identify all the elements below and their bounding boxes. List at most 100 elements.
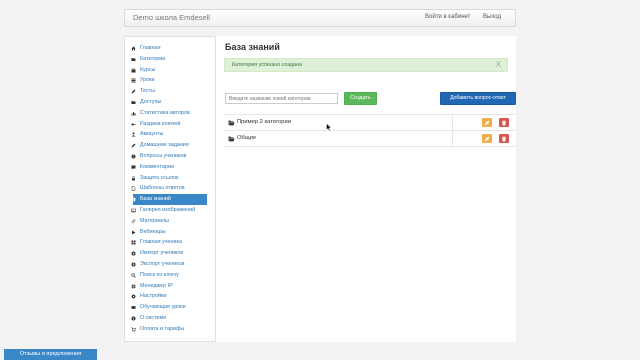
delete-category-button[interactable] <box>499 134 509 143</box>
sidebar-item-image-gallery[interactable]: Галерея изображений <box>125 205 215 216</box>
sidebar-item-lessons[interactable]: Уроки <box>125 75 215 86</box>
question-icon: ? <box>131 154 136 159</box>
sidebar-item-label: Раздача ключей <box>140 120 181 127</box>
alert-message: Категория успешно создана <box>232 62 302 68</box>
sidebar-item-settings[interactable]: Настройки <box>125 291 215 302</box>
sidebar-item-label: Уроки <box>140 77 155 84</box>
folder-icon <box>131 100 136 104</box>
sidebar-item-home[interactable]: Главная <box>125 43 215 54</box>
trash-icon <box>501 119 507 126</box>
create-category-button[interactable]: Создать <box>344 92 377 105</box>
edit-category-button[interactable] <box>482 118 492 127</box>
sidebar-item-label: Оплата и тарифы <box>140 325 185 332</box>
sidebar-item-categories[interactable]: Категории <box>125 54 215 65</box>
sidebar-item-label: Вебинары <box>140 228 166 235</box>
sidebar-item-label: Обучающие уроки <box>140 304 186 311</box>
upload-icon <box>131 262 136 267</box>
globe-icon <box>131 283 136 289</box>
sidebar-item-materials[interactable]: Материалы <box>125 216 215 227</box>
sidebar-item-key-search[interactable]: Поиск по ключу <box>125 270 215 281</box>
sidebar-item-student-home[interactable]: Главная ученика <box>125 237 215 248</box>
login-link[interactable]: Войти в кабинет <box>425 14 470 20</box>
sidebar-item-courses[interactable]: Курсы <box>125 65 215 76</box>
new-category-input[interactable] <box>225 93 338 104</box>
sidebar-item-label: Аккаунты <box>140 131 164 138</box>
play-icon <box>132 230 136 235</box>
home-icon <box>131 46 136 51</box>
paperclip-icon <box>131 219 136 224</box>
sidebar-item-label: Курсы <box>140 66 156 73</box>
sidebar-item-label: Домашние задания <box>140 142 189 149</box>
folder-open-icon <box>228 120 235 126</box>
svg-text:?: ? <box>133 155 135 159</box>
folder-open-icon <box>228 136 235 142</box>
stats-icon <box>131 111 136 116</box>
mouse-cursor-icon <box>326 123 332 131</box>
sidebar-item-access[interactable]: Доступы <box>125 97 215 108</box>
sidebar-item-homework[interactable]: Домашние задания <box>125 140 215 151</box>
sidebar-item-export-students[interactable]: Экспорт учеников <box>125 259 215 270</box>
sidebar-item-import-students[interactable]: Импорт учеников <box>125 248 215 259</box>
sidebar-item-payment[interactable]: Оплата и тарифы <box>125 324 215 335</box>
sidebar-item-about-system[interactable]: О системе <box>125 313 215 324</box>
pencil-icon <box>484 136 490 141</box>
sidebar-item-label: Категории <box>140 55 166 62</box>
lock-icon <box>132 175 135 181</box>
table-row[interactable]: Пример 2 категории <box>224 115 516 131</box>
top-navbar: Demo школа Emdesell Войти в кабинет Выхо… <box>124 9 516 27</box>
sidebar-item-student-questions[interactable]: ? Вопросы учеников <box>125 151 215 162</box>
film-icon <box>131 306 136 310</box>
gear-icon <box>131 294 136 300</box>
sidebar-item-label: Шаблоны ответов <box>140 185 185 192</box>
sidebar-item-label: Главная <box>140 45 161 51</box>
category-name: Пример 2 категории <box>237 119 291 125</box>
sidebar-item-tutorial-lessons[interactable]: Обучающие уроки <box>125 302 215 313</box>
sidebar-item-label: Импорт учеников <box>140 250 184 257</box>
categories-table: Пример 2 категории Общие <box>224 114 516 147</box>
sidebar-item-label: Настройки <box>140 293 167 300</box>
column-divider <box>452 115 453 130</box>
sidebar-item-label: Экспорт учеников <box>140 260 185 267</box>
category-name: Общие <box>237 135 257 141</box>
sidebar-item-label: Галерея изображений <box>140 206 196 213</box>
sidebar-item-tests[interactable]: Тесты <box>125 86 215 97</box>
sidebar-item-comments[interactable]: Комментарии <box>125 162 215 173</box>
sidebar-item-label: Менеджер IP <box>140 282 173 289</box>
sidebar-item-accounts[interactable]: Аккаунты <box>125 129 215 140</box>
trash-icon <box>501 135 507 142</box>
key-icon <box>131 122 136 126</box>
sidebar-item-label: Комментарии <box>140 163 174 170</box>
success-alert: Категория успешно создана X <box>224 58 508 72</box>
sidebar-item-label: Доступы <box>140 98 162 105</box>
cart-icon <box>131 327 136 332</box>
sidebar-item-knowledge-base[interactable]: База знаний <box>131 194 207 205</box>
sidebar-item-label: Статистика авторов <box>140 109 190 116</box>
table-row[interactable]: Общие <box>224 131 516 147</box>
sidebar-item-webinars[interactable]: Вебинары <box>125 227 215 238</box>
sidebar-item-label: Защита ссылок <box>140 174 179 181</box>
sidebar-item-label: Главная ученика <box>140 239 182 246</box>
sidebar-item-label: Поиск по ключу <box>140 271 179 278</box>
column-divider <box>452 131 453 146</box>
sidebar-item-ip-manager[interactable]: Менеджер IP <box>125 281 215 292</box>
logout-link[interactable]: Выход <box>483 14 501 20</box>
sidebar-item-label: Материалы <box>140 217 169 224</box>
sidebar-item-author-stats[interactable]: Статистика авторов <box>125 108 215 119</box>
list-icon <box>131 78 136 83</box>
pencil-icon <box>131 89 136 94</box>
edit-category-button[interactable] <box>482 134 492 143</box>
add-qa-button[interactable]: Добавить вопрос-ответ <box>440 92 516 105</box>
brand-title[interactable]: Demo школа Emdesell <box>133 13 210 22</box>
page-title: База знаний <box>225 42 280 52</box>
sidebar-item-label: База знаний <box>140 196 171 203</box>
alert-close-button[interactable]: X <box>496 59 501 71</box>
feedback-button[interactable]: Отзывы и предложения <box>4 349 97 360</box>
comment-icon <box>131 165 136 170</box>
sidebar-item-link-protection[interactable]: Защита ссылок <box>125 173 215 184</box>
download-icon <box>131 251 136 256</box>
sidebar-item-answer-templates[interactable]: Шаблоны ответов <box>125 183 215 194</box>
sidebar-item-label: Вопросы учеников <box>140 152 187 159</box>
sidebar-item-key-distribution[interactable]: Раздача ключей <box>125 119 215 130</box>
info-icon <box>131 316 136 321</box>
delete-category-button[interactable] <box>499 118 509 127</box>
